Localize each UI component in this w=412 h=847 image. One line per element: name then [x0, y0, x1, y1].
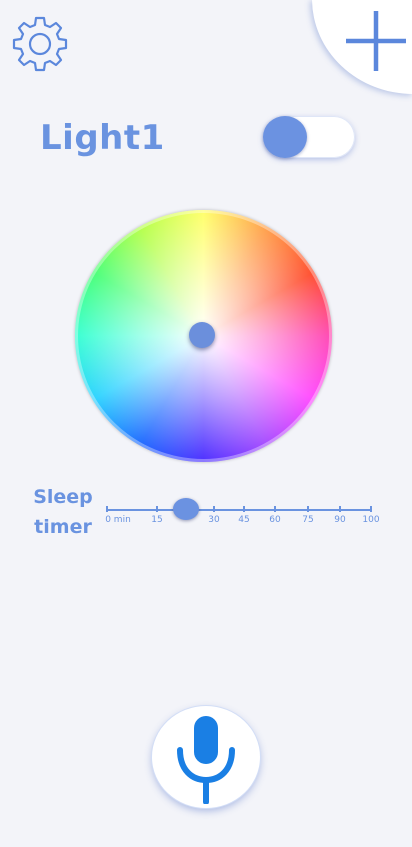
slider-tick: [213, 506, 215, 512]
sleep-label-line1: Sleep: [33, 486, 93, 508]
slider-tick: [243, 506, 245, 512]
slider-tick: [339, 506, 341, 512]
settings-button[interactable]: [9, 12, 71, 74]
color-wheel-marker[interactable]: [189, 322, 215, 348]
slider-tick: [274, 506, 276, 512]
light-name: Light1: [40, 118, 165, 158]
slider-tick: [156, 506, 158, 512]
sleep-timer-slider[interactable]: 0 min 15 30 45 60 75 90 100: [105, 498, 380, 530]
gear-icon: [12, 16, 68, 72]
sleep-timer-label: Sleep timer: [32, 482, 94, 542]
slider-tick: [307, 506, 309, 512]
color-wheel[interactable]: [75, 210, 332, 462]
slider-tick: [106, 506, 108, 512]
slider-tick-label: 0 min: [105, 515, 131, 525]
power-toggle[interactable]: [263, 116, 355, 158]
add-light-button[interactable]: [340, 5, 412, 77]
slider-tick-label: 45: [238, 515, 250, 525]
slider-tick-label: 90: [334, 515, 346, 525]
slider-tick-label: 75: [302, 515, 314, 525]
sleep-label-line2: timer: [34, 516, 92, 538]
plus-icon: [346, 11, 406, 71]
slider-tick-label: 100: [362, 515, 380, 525]
slider-tick: [370, 506, 372, 512]
slider-thumb[interactable]: [172, 498, 199, 520]
toggle-knob: [263, 116, 307, 158]
slider-track: [106, 509, 372, 511]
slider-tick-label: 15: [151, 515, 163, 525]
slider-tick-label: 30: [208, 515, 220, 525]
voice-button[interactable]: [152, 706, 260, 808]
slider-tick-label: 60: [269, 515, 281, 525]
microphone-icon: [177, 716, 235, 804]
